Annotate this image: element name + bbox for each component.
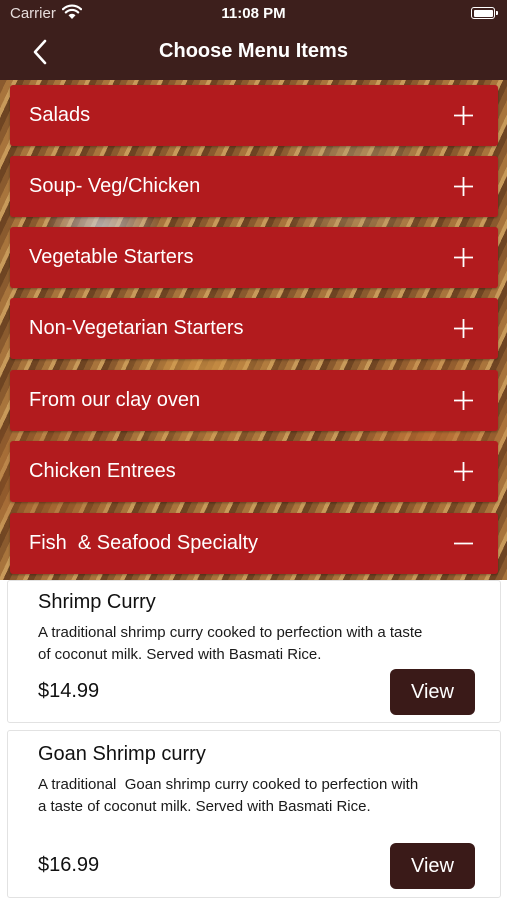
item-price: $16.99: [38, 854, 100, 876]
category-clay-oven[interactable]: From our clay oven: [10, 370, 498, 431]
category-fish-seafood[interactable]: Fish & Seafood Specialty: [10, 513, 498, 574]
item-name: Goan Shrimp curry: [38, 743, 206, 765]
plus-icon[interactable]: [453, 105, 474, 126]
menu-item-card: Goan Shrimp curry A traditional Goan shr…: [7, 730, 501, 898]
minus-icon[interactable]: [453, 533, 474, 554]
category-label: Non-Vegetarian Starters: [29, 317, 244, 339]
category-label: Soup- Veg/Chicken: [29, 175, 201, 197]
category-non-vegetarian-starters[interactable]: Non-Vegetarian Starters: [10, 298, 498, 359]
plus-icon[interactable]: [453, 390, 474, 411]
status-time: 11:08 PM: [221, 5, 286, 22]
category-salads[interactable]: Salads: [10, 85, 498, 146]
category-label: From our clay oven: [29, 389, 201, 411]
item-description: A traditional Goan shrimp curry cooked t…: [38, 776, 423, 815]
category-soup[interactable]: Soup- Veg/Chicken: [10, 156, 498, 217]
item-description: A traditional shrimp curry cooked to per…: [38, 624, 423, 663]
plus-icon[interactable]: [453, 247, 474, 268]
category-label: Fish & Seafood Specialty: [29, 532, 259, 554]
top-bar: Carrier 11:08 PM Choose Menu Items: [0, 0, 507, 80]
plus-icon[interactable]: [453, 318, 474, 339]
plus-icon[interactable]: [453, 176, 474, 197]
status-bar: Carrier 11:08 PM: [0, 0, 507, 28]
menu-item-card: Shrimp Curry A traditional shrimp curry …: [7, 580, 501, 723]
page-title: Choose Menu Items: [159, 40, 348, 62]
plus-icon[interactable]: [453, 461, 474, 482]
category-label: Vegetable Starters: [29, 246, 194, 268]
category-vegetable-starters[interactable]: Vegetable Starters: [10, 227, 498, 288]
view-button[interactable]: View: [390, 843, 475, 889]
battery-icon: [471, 7, 498, 19]
item-price: $14.99: [38, 680, 100, 702]
category-label: Salads: [29, 104, 91, 126]
category-label: Chicken Entrees: [29, 460, 176, 482]
category-chicken-entrees[interactable]: Chicken Entrees: [10, 441, 498, 502]
view-button[interactable]: View: [390, 669, 475, 715]
item-name: Shrimp Curry: [38, 591, 156, 613]
